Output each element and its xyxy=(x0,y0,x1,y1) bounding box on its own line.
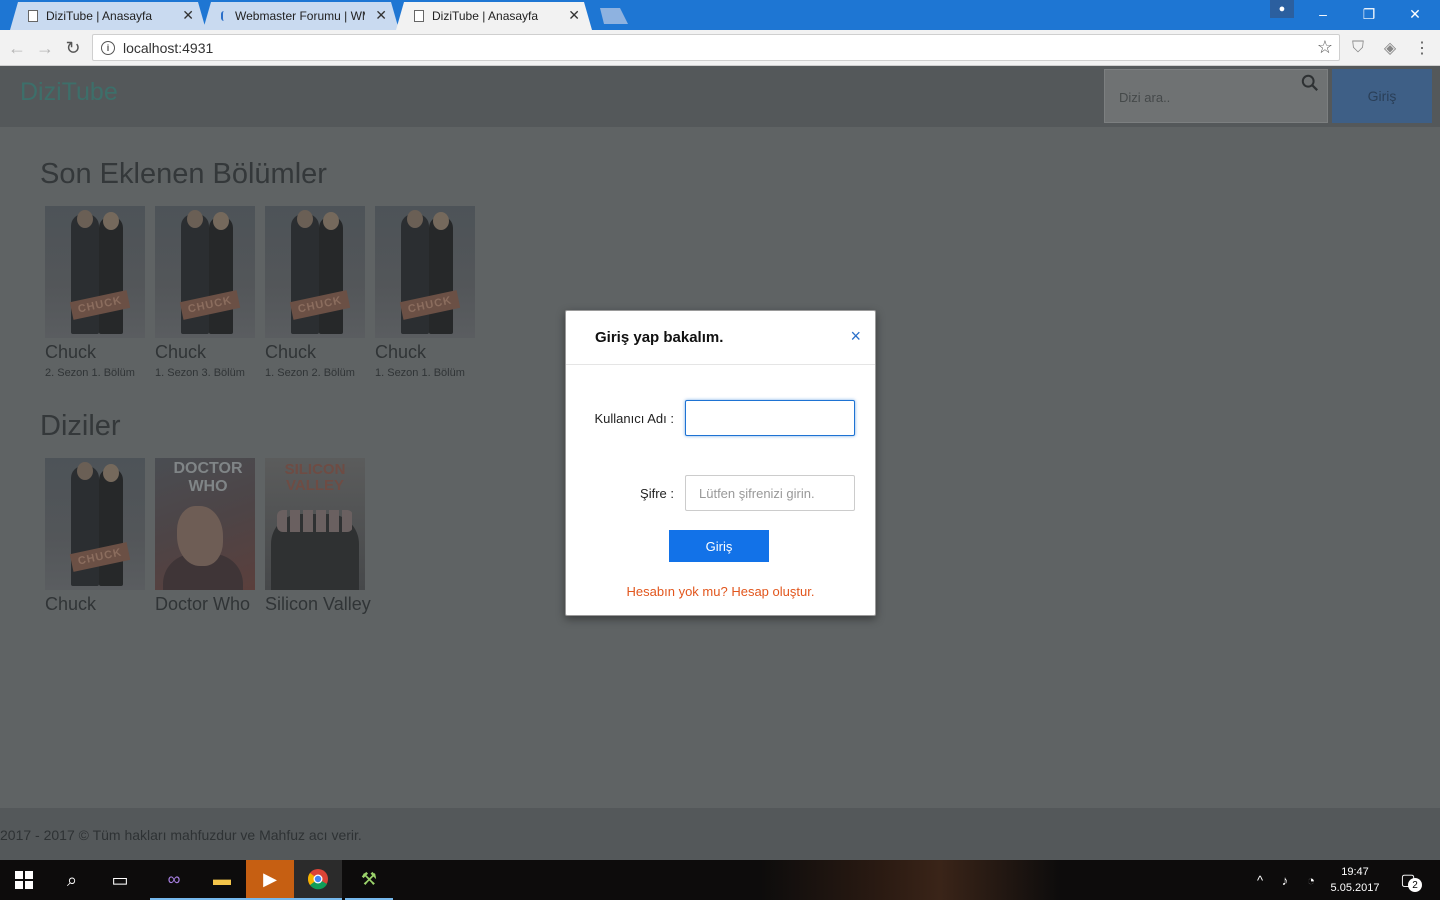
clock-time: 19:47 xyxy=(1341,866,1369,878)
forum-icon xyxy=(221,11,227,21)
media-player-icon[interactable]: ▶ xyxy=(246,860,294,900)
wifi-icon[interactable]: ◔ xyxy=(1300,860,1322,900)
page-icon xyxy=(414,10,424,22)
close-tab-icon[interactable]: ✕ xyxy=(375,7,387,24)
episode-card[interactable]: CHUCK Chuck 1. Sezon 2. Bölüm xyxy=(265,206,365,379)
poster-text: DOCTOR WHO xyxy=(173,460,243,495)
episode-card[interactable]: CHUCK Chuck 2. Sezon 1. Bölüm xyxy=(45,206,145,379)
series-card[interactable]: SILICON VALLEY Silicon Valley xyxy=(265,458,371,615)
series-card[interactable]: CHUCK Chuck xyxy=(45,458,145,615)
series-name[interactable]: Chuck xyxy=(45,594,145,615)
series-card[interactable]: DOCTOR WHO Doctor Who xyxy=(155,458,255,615)
footer-text: 2017 - 2017 © Tüm hakları mahfuzdur ve M… xyxy=(0,827,362,843)
poster-image[interactable]: CHUCK xyxy=(45,458,145,590)
browser-toolbar: ← → ↻ i localhost:4931 ☆ ⛉ ◈ ⋮ xyxy=(0,30,1440,66)
tools-icon[interactable]: ⚒ xyxy=(345,860,393,900)
poster-image[interactable]: CHUCK xyxy=(265,206,365,338)
search-icon[interactable]: ⌕ xyxy=(48,860,96,900)
series-name[interactable]: Doctor Who xyxy=(155,594,255,615)
chrome-icon[interactable] xyxy=(294,860,342,900)
username-label: Kullanıcı Adı : xyxy=(594,411,675,426)
browser-tab-1[interactable]: DiziTube | Anasayfa ✕ xyxy=(10,2,206,30)
site-footer: 2017 - 2017 © Tüm hakları mahfuzdur ve M… xyxy=(0,808,1440,860)
browser-tab-2[interactable]: Webmaster Forumu | WM ✕ xyxy=(203,2,399,30)
poster-image[interactable]: CHUCK xyxy=(45,206,145,338)
shield-extension-icon[interactable]: ⛉ xyxy=(1348,38,1368,58)
profile-icon[interactable]: ● xyxy=(1270,0,1294,18)
close-tab-icon[interactable]: ✕ xyxy=(568,7,580,24)
menu-icon[interactable]: ⋮ xyxy=(1412,38,1432,58)
episode-card[interactable]: CHUCK Chuck 1. Sezon 3. Bölüm xyxy=(155,206,255,379)
notification-badge: 2 xyxy=(1408,878,1422,892)
clock-date: 5.05.2017 xyxy=(1330,882,1380,894)
series-title: Diziler xyxy=(40,410,121,442)
episode-subtitle: 1. Sezon 2. Bölüm xyxy=(265,367,355,379)
password-field[interactable] xyxy=(685,475,855,511)
tab-title: DiziTube | Anasayfa xyxy=(432,9,539,23)
login-button[interactable]: Giriş xyxy=(1332,69,1432,123)
site-logo[interactable]: DiziTube xyxy=(20,78,118,107)
episode-subtitle: 1. Sezon 1. Bölüm xyxy=(375,367,465,379)
extension-icon[interactable]: ◈ xyxy=(1380,38,1400,58)
tab-title: Webmaster Forumu | WM xyxy=(235,9,365,23)
browser-titlebar: DiziTube | Anasayfa ✕ Webmaster Forumu |… xyxy=(0,0,1440,30)
bookmark-star-icon[interactable]: ☆ xyxy=(1317,37,1333,58)
task-view-icon[interactable]: ▭ xyxy=(96,860,144,900)
close-window-button[interactable]: ✕ xyxy=(1392,0,1438,28)
address-bar[interactable]: i localhost:4931 ☆ xyxy=(92,34,1340,61)
poster-image[interactable]: DOCTOR WHO xyxy=(155,458,255,590)
browser-tab-3[interactable]: DiziTube | Anasayfa ✕ xyxy=(396,2,592,30)
episode-subtitle: 2. Sezon 1. Bölüm xyxy=(45,367,135,379)
info-icon[interactable]: i xyxy=(101,40,115,55)
episode-title[interactable]: Chuck xyxy=(45,342,145,363)
file-explorer-icon[interactable]: ▬ xyxy=(198,860,246,900)
latest-episodes-title: Son Eklenen Bölümler xyxy=(40,158,327,190)
close-tab-icon[interactable]: ✕ xyxy=(182,7,194,24)
search-input[interactable]: Dizi ara.. xyxy=(1104,69,1328,123)
poster-image[interactable]: CHUCK xyxy=(375,206,475,338)
episode-subtitle: 1. Sezon 3. Bölüm xyxy=(155,367,245,379)
close-icon[interactable]: × xyxy=(850,326,861,347)
register-link[interactable]: Hesabın yok mu? Hesap oluştur. xyxy=(566,584,875,599)
back-icon[interactable]: ← xyxy=(5,36,29,60)
wallpaper-peek xyxy=(760,860,1060,900)
chevron-up-icon[interactable]: ^ xyxy=(1250,860,1270,900)
episode-card[interactable]: CHUCK Chuck 1. Sezon 1. Bölüm xyxy=(375,206,475,379)
password-label: Şifre : xyxy=(640,486,674,501)
login-modal: Giriş yap bakalım. × Kullanıcı Adı : Şif… xyxy=(565,310,876,616)
page-icon xyxy=(28,10,38,22)
poster-image[interactable]: CHUCK xyxy=(155,206,255,338)
system-clock[interactable]: 19:47 5.05.2017 xyxy=(1320,864,1390,896)
taskbar: ⌕ ▭ ∞ ▬ ▶ ⚒ ^ ♪ ◔ 19:47 5.05.2017 ▢ 2 xyxy=(0,860,1440,900)
submit-button[interactable]: Giriş xyxy=(669,530,769,562)
episode-title[interactable]: Chuck xyxy=(265,342,365,363)
search-icon[interactable] xyxy=(1301,74,1319,92)
minimize-button[interactable]: – xyxy=(1300,0,1346,28)
new-tab-button[interactable] xyxy=(596,8,628,24)
volume-icon[interactable]: ♪ xyxy=(1274,860,1296,900)
visual-studio-icon[interactable]: ∞ xyxy=(150,860,198,900)
poster-image[interactable]: SILICON VALLEY xyxy=(265,458,365,590)
site-header: DiziTube Dizi ara.. Giriş xyxy=(0,66,1440,127)
url-text[interactable]: localhost:4931 xyxy=(123,40,213,56)
episode-title[interactable]: Chuck xyxy=(375,342,475,363)
episode-title[interactable]: Chuck xyxy=(155,342,255,363)
modal-title: Giriş yap bakalım. xyxy=(595,329,724,346)
reload-icon[interactable]: ↻ xyxy=(61,36,85,60)
modal-header: Giriş yap bakalım. × xyxy=(566,311,875,365)
restore-button[interactable]: ❐ xyxy=(1346,0,1392,28)
poster-text: SILICON VALLEY xyxy=(284,461,346,494)
tab-title: DiziTube | Anasayfa xyxy=(46,9,153,23)
search-placeholder: Dizi ara.. xyxy=(1119,90,1171,105)
series-name[interactable]: Silicon Valley xyxy=(265,594,371,615)
start-icon[interactable] xyxy=(0,860,48,900)
username-field[interactable] xyxy=(685,400,855,436)
forward-icon[interactable]: → xyxy=(33,36,57,60)
